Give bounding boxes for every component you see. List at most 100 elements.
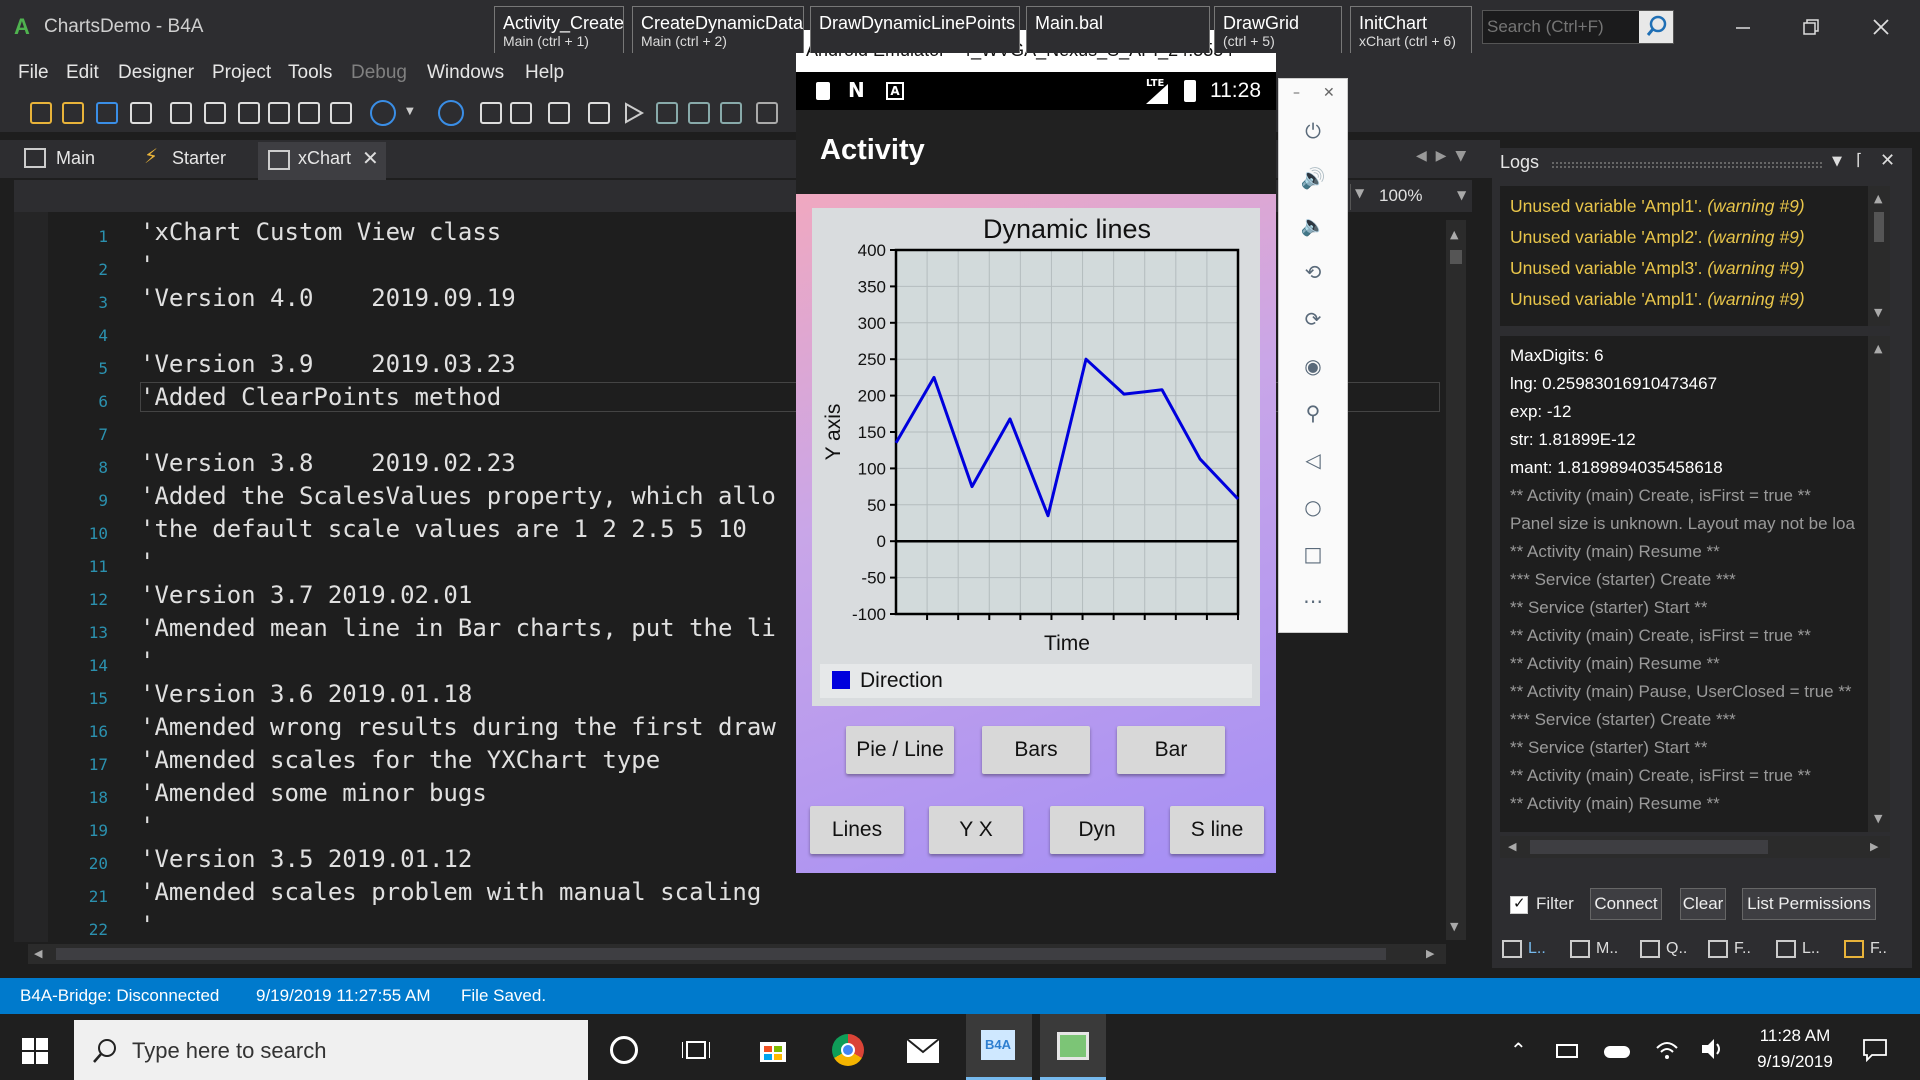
code-line[interactable]: 'Version 3.5 2019.01.12 — [140, 845, 472, 873]
log-scrollbar[interactable]: ▲ ▼ — [1868, 336, 1890, 832]
notification-icon[interactable] — [1862, 1038, 1888, 1063]
warnings-scrollbar[interactable]: ▲ ▼ — [1868, 186, 1890, 326]
warn-scroll-up-icon[interactable]: ▲ — [1874, 192, 1882, 205]
doc-tab[interactable]: DrawGrid (ctrl + 5) — [1214, 6, 1342, 53]
chart-button[interactable]: Bar — [1117, 726, 1225, 774]
code-line[interactable]: 'xChart Custom View class — [140, 218, 501, 246]
editor-vertical-scrollbar[interactable]: ▲ ▼ — [1446, 220, 1466, 940]
menu-tools[interactable]: Tools — [288, 62, 332, 84]
code-line[interactable]: 'Added the ScalesValues property, which … — [140, 482, 776, 510]
debug-icon[interactable] — [656, 102, 678, 124]
outdent-icon[interactable] — [588, 102, 610, 124]
bookmark-icon[interactable] — [330, 102, 352, 124]
emu-minimize-icon[interactable]: – — [1293, 85, 1300, 101]
code-line[interactable]: 'Version 3.8 2019.02.23 — [140, 449, 516, 477]
log-line[interactable]: lng: 0.25983016910473467 — [1510, 374, 1717, 394]
log-line[interactable]: MaxDigits: 6 — [1510, 346, 1604, 366]
emulator-taskbar-button[interactable] — [1040, 1014, 1106, 1080]
rotate-right-icon[interactable]: ⟳ — [1300, 306, 1326, 332]
logs-dropdown-icon[interactable]: ▼ — [1832, 154, 1842, 169]
redo-icon[interactable] — [298, 102, 320, 124]
mail-icon[interactable] — [906, 1038, 940, 1064]
chevron-up-icon[interactable]: ⌃ — [1510, 1038, 1527, 1062]
log-line[interactable]: ** Activity (main) Create, isFirst = tru… — [1510, 766, 1811, 786]
code-line[interactable]: 'Added ClearPoints method — [140, 383, 501, 411]
store-icon[interactable] — [758, 1034, 788, 1064]
doc-tab[interactable]: Activity_Create Main (ctrl + 1) — [494, 6, 624, 53]
volume-up-icon[interactable]: 🔊 — [1300, 165, 1326, 191]
chart-button[interactable]: Dyn — [1050, 806, 1144, 854]
warning-line[interactable]: Unused variable 'Ampl2'. (warning #9) — [1510, 227, 1805, 248]
volume-icon[interactable] — [1700, 1036, 1726, 1062]
tab-starter[interactable]: Starter — [172, 148, 226, 178]
log-line[interactable]: ** Activity (main) Resume ** — [1510, 542, 1720, 562]
doc-tab[interactable]: CreateDynamicData Main (ctrl + 2) — [632, 6, 804, 53]
code-line[interactable]: ' — [140, 812, 154, 840]
log-bottom-tab[interactable]: L.. — [1776, 940, 1820, 966]
warn-scroll-down-icon[interactable]: ▼ — [1874, 306, 1882, 319]
back-nav-icon[interactable]: ◁ — [1300, 447, 1326, 473]
back-icon[interactable] — [370, 100, 396, 126]
forward-icon[interactable] — [438, 100, 464, 126]
overview-nav-icon[interactable]: □ — [1300, 541, 1326, 567]
doc-tab[interactable]: Main.bal — [1026, 6, 1210, 53]
uncomment-icon[interactable] — [510, 102, 532, 124]
search-icon[interactable] — [1639, 11, 1673, 43]
menu-windows[interactable]: Windows — [427, 62, 504, 84]
chart-button[interactable]: Bars — [982, 726, 1090, 774]
close-tab-icon[interactable]: ✕ — [362, 146, 379, 170]
close-panel-icon[interactable]: ✕ — [1880, 150, 1895, 171]
log-hscroll-thumb[interactable] — [1530, 840, 1768, 854]
search-input[interactable] — [1487, 15, 1637, 39]
chart-button[interactable]: Pie / Line — [846, 726, 954, 774]
filter-checkbox[interactable]: ✓ — [1510, 894, 1528, 914]
log-line[interactable]: ** Service (starter) Start ** — [1510, 738, 1707, 758]
power-icon[interactable]: ⏻ — [1300, 118, 1326, 144]
log-line[interactable]: str: 1.81899E-12 — [1510, 430, 1636, 450]
zoom-icon[interactable]: ⚲ — [1300, 400, 1326, 426]
log-line[interactable]: ** Activity (main) Resume ** — [1510, 794, 1720, 814]
scroll-up-arrow-icon[interactable]: ▲ — [1450, 228, 1458, 241]
log-hscrollbar[interactable]: ◀ ▶ — [1500, 836, 1890, 858]
warning-line[interactable]: Unused variable 'Ampl3'. (warning #9) — [1510, 258, 1805, 279]
doc-tab[interactable]: DrawDynamicLinePoints — [810, 6, 1020, 53]
b4a-taskbar-button[interactable]: B4A — [966, 1014, 1032, 1080]
tab-xchart[interactable]: xChart — [298, 148, 351, 178]
menu-help[interactable]: Help — [525, 62, 564, 84]
code-line[interactable]: 'Amended scales problem with manual scal… — [140, 878, 761, 906]
log-line[interactable]: ** Service (starter) Start ** — [1510, 598, 1707, 618]
search-box[interactable] — [1482, 10, 1674, 44]
log-scroll-down-icon[interactable]: ▼ — [1874, 812, 1882, 825]
log-bottom-tab[interactable]: Q.. — [1640, 940, 1687, 966]
chrome-icon[interactable] — [832, 1034, 864, 1066]
code-line[interactable]: 'Version 3.7 2019.02.01 — [140, 581, 472, 609]
hscroll-thumb[interactable] — [56, 948, 1386, 960]
clear-button[interactable]: Clear — [1680, 888, 1726, 920]
tab-main[interactable]: Main — [56, 148, 95, 178]
code-line[interactable]: 'Version 4.0 2019.09.19 — [140, 284, 516, 312]
hscroll-right-icon[interactable]: ▶ — [1426, 947, 1434, 960]
menu-file[interactable]: File — [18, 62, 49, 84]
zoom-dropdown[interactable]: ▼ 100% ▼ — [1350, 184, 1474, 210]
code-line[interactable]: 'Amended some minor bugs — [140, 779, 487, 807]
windows-start-icon[interactable] — [22, 1038, 48, 1064]
list-permissions-button[interactable]: List Permissions — [1742, 888, 1876, 920]
log-bottom-tab[interactable]: L.. — [1502, 940, 1546, 966]
rotate-left-icon[interactable]: ⟲ — [1300, 259, 1326, 285]
warning-line[interactable]: Unused variable 'Ampl1'. (warning #9) — [1510, 289, 1805, 310]
dropdown-icon[interactable]: ▼ — [404, 100, 430, 126]
chart-button[interactable]: S line — [1170, 806, 1264, 854]
undo-icon[interactable] — [268, 102, 290, 124]
editor-horizontal-scrollbar[interactable]: ◀ ▶ — [28, 944, 1446, 964]
log-hscroll-left-icon[interactable]: ◀ — [1508, 840, 1516, 853]
taskbar-date[interactable]: 9/19/2019 — [1748, 1052, 1842, 1072]
run-icon[interactable] — [620, 100, 646, 126]
log-hscroll-right-icon[interactable]: ▶ — [1870, 840, 1878, 853]
onedrive-icon[interactable] — [1604, 1046, 1630, 1058]
volume-down-icon[interactable]: 🔈 — [1300, 212, 1326, 238]
menu-debug[interactable]: Debug — [351, 62, 407, 84]
paste-icon[interactable] — [238, 102, 260, 124]
indent-icon[interactable] — [548, 102, 570, 124]
connect-button[interactable]: Connect — [1590, 888, 1662, 920]
tab-nav-arrows[interactable]: ◀ ▶ ▼ — [1416, 148, 1466, 164]
